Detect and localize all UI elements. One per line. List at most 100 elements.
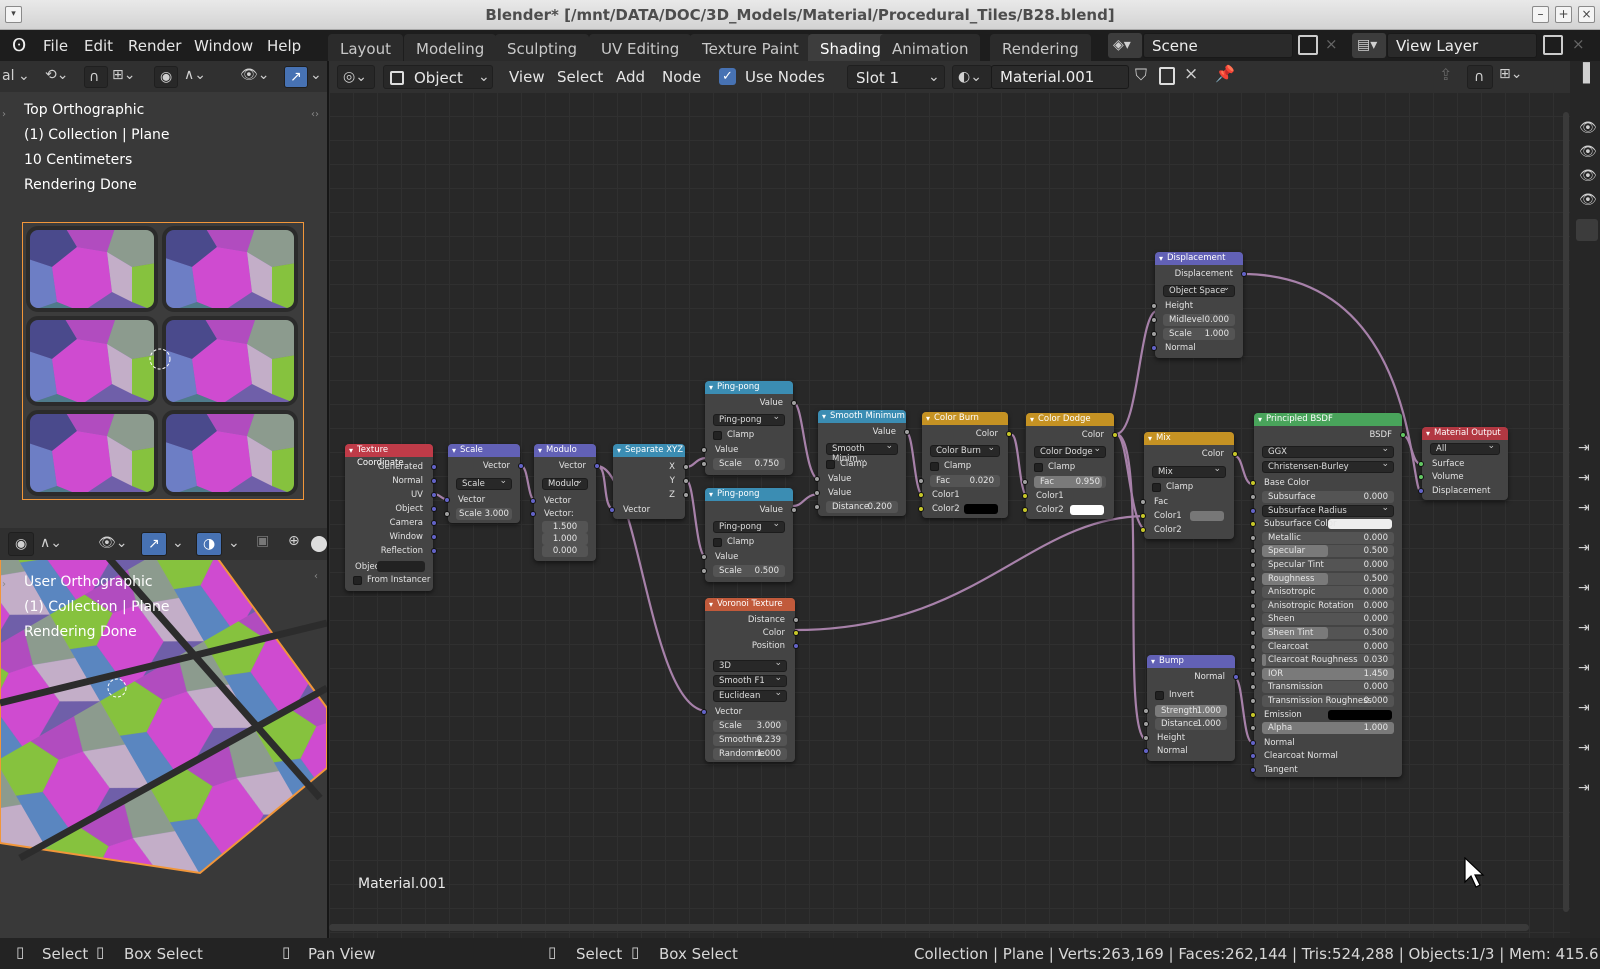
node-header[interactable]: Texture Coordinate [345, 444, 433, 468]
bsdf-color-swatch[interactable] [1328, 519, 1392, 530]
node-principled-bsdf[interactable]: Principled BSDF BSDF GGX Christensen-Bur… [1250, 413, 1406, 777]
proportional-edit-button[interactable]: ◉ [154, 66, 178, 88]
randomness-field[interactable]: Randomne 1.000 [713, 748, 787, 760]
expand-arrow-icon[interactable]: ⇥ [1578, 581, 1590, 595]
vector-x-field[interactable]: 1.500 [542, 521, 588, 533]
close-window-button[interactable]: × [1578, 6, 1595, 23]
chevron-down-icon[interactable]: ⌄ [172, 536, 184, 550]
space-dropdown[interactable]: Object Space [1163, 283, 1235, 297]
clamp-checkbox[interactable] [1152, 483, 1161, 492]
visibility-eye-icon[interactable]: 👁 [1579, 145, 1597, 159]
node-scale[interactable]: Scale Vector Scale Vector Scale 3.000 [444, 444, 524, 523]
menu-help[interactable]: Help [267, 37, 301, 55]
tab-uv-editing[interactable]: UV Editing [589, 34, 692, 61]
chevron-down-icon[interactable]: ⌄ [310, 68, 322, 82]
node-header[interactable]: Scale [448, 444, 520, 457]
node-separate-xyz[interactable]: Separate XYZ X Y Z Vector [609, 444, 689, 519]
expand-arrows-icon[interactable]: ‹› [311, 110, 319, 120]
expand-arrow-icon[interactable]: ⇥ [1578, 741, 1590, 755]
scene-selector-button[interactable]: ◈▾ [1108, 33, 1142, 58]
chevron-down-icon[interactable]: ⌄ [228, 536, 240, 550]
vector-z-field[interactable]: 0.000 [542, 545, 588, 557]
properties-editor-icon[interactable]: ▐ [1576, 65, 1590, 83]
vector-y-field[interactable]: 1.000 [542, 533, 588, 545]
wireframe-shading-icon[interactable]: ⊕ [288, 534, 300, 548]
viewport-top[interactable]: › ‹› Top Orthographic (1) Collection | P… [0, 92, 327, 528]
gizmo-toggle-button[interactable]: ↗ [284, 66, 308, 88]
fac-field[interactable]: Fac 0.020 [930, 475, 1000, 487]
properties-tab-button[interactable] [1576, 219, 1598, 241]
overlays-toggle-button[interactable]: ◑ [196, 532, 222, 556]
bsdf-subsurface-radius[interactable]: Subsurface Radius [1262, 503, 1394, 517]
node-ping-pong-1[interactable]: Ping-pong Value Ping-pong Clamp Value Sc… [701, 381, 797, 475]
dimensions-dropdown[interactable]: 3D [713, 658, 787, 672]
node-header[interactable]: Mix [1144, 432, 1234, 445]
node-header[interactable]: Separate XYZ [613, 444, 685, 457]
bsdf-value-field[interactable]: Alpha 1.000 [1262, 722, 1394, 735]
parent-node-tree-icon[interactable]: ⇪ [1439, 67, 1452, 83]
menu-render[interactable]: Render [128, 37, 181, 55]
vertical-scrollbar[interactable] [1563, 112, 1569, 912]
new-view-layer-icon[interactable] [1543, 35, 1563, 55]
falloff-curve-icon[interactable]: ∧⌄ [40, 536, 62, 550]
node-header[interactable]: Ping-pong [705, 381, 793, 394]
node-header[interactable]: Color Dodge [1026, 413, 1114, 426]
expand-arrow-icon[interactable]: ⇥ [1578, 471, 1590, 485]
node-texture-coordinate[interactable]: Texture Coordinate Generated Normal UV O… [345, 444, 437, 591]
object-field[interactable] [377, 561, 425, 572]
expand-arrow-icon[interactable]: ⇥ [1578, 621, 1590, 635]
chevron-right-icon[interactable]: › [2, 580, 6, 590]
node-smooth-minimum[interactable]: Smooth Minimum Value Smooth Minim... Cla… [814, 410, 910, 516]
xray-icon[interactable]: ▣ [256, 534, 269, 548]
tab-rendering[interactable]: Rendering [990, 34, 1091, 61]
bsdf-value-field[interactable]: Sheen Tint 0.500 [1262, 627, 1394, 639]
node-header[interactable]: Voronoi Texture [705, 598, 795, 611]
fac-field[interactable]: Fac 0.950 [1034, 476, 1106, 488]
menu-window[interactable]: Window [194, 37, 253, 55]
bsdf-value-field[interactable]: Transmission Roughness 0.000 [1262, 695, 1394, 707]
node-bump[interactable]: Bump Normal Invert Strength1.000 Distanc… [1143, 655, 1239, 761]
visibility-eye-icon[interactable]: 👁⌄ [98, 536, 128, 550]
from-instancer-checkbox[interactable] [353, 576, 362, 585]
falloff-curve-icon[interactable]: ∧⌄ [184, 68, 206, 82]
bsdf-value-field[interactable]: IOR 1.450 [1262, 667, 1394, 680]
node-header[interactable]: Material Output [1422, 427, 1508, 440]
shader-type-dropdown[interactable]: Object ⌄ [383, 65, 493, 89]
strength-field[interactable]: Strength 1.000 [1155, 705, 1227, 717]
pin-icon[interactable]: 📌 [1215, 66, 1235, 82]
bsdf-value-field[interactable]: Clearcoat Roughness 0.030 [1262, 654, 1394, 667]
expand-arrow-icon[interactable]: ⇥ [1578, 781, 1590, 795]
target-dropdown[interactable]: All [1430, 441, 1500, 455]
subsurface-method-dropdown[interactable]: Christensen-Burley [1262, 459, 1394, 473]
visibility-eye-icon[interactable]: 👁 [1579, 193, 1597, 207]
bsdf-value-field[interactable]: Metallic 0.000 [1262, 531, 1394, 544]
smoothness-field[interactable]: Smoothne 0.239 [713, 734, 787, 746]
distance-field[interactable]: Distance 1.000 [1155, 718, 1227, 730]
scale-field[interactable]: Scale 1.000 [1163, 328, 1235, 340]
node-displacement[interactable]: Displacement Displacement Object Space H… [1151, 252, 1247, 358]
node-color-dodge[interactable]: Color Dodge Color Color Dodge Clamp Fac0… [1022, 413, 1118, 519]
snap-grid-icon[interactable]: ⊞⌄ [112, 68, 135, 82]
menu-node[interactable]: Node [662, 68, 701, 86]
menu-add[interactable]: Add [616, 68, 645, 86]
node-mix[interactable]: Mix Color Mix Clamp Fac Color1 Color2 [1140, 432, 1238, 539]
expand-arrow-icon[interactable]: ⇥ [1578, 441, 1590, 455]
snap-element-icon[interactable]: ⊞⌄ [1499, 67, 1522, 81]
bsdf-value-field[interactable]: Roughness 0.500 [1262, 572, 1394, 585]
bsdf-value-field[interactable]: Subsurface 0.000 [1262, 491, 1394, 503]
node-material-output[interactable]: Material Output All Surface Volume Displ… [1418, 427, 1508, 500]
bsdf-value-field[interactable]: Transmission 0.000 [1262, 681, 1394, 694]
tab-sculpting[interactable]: Sculpting [495, 34, 590, 61]
bsdf-value-field[interactable]: Specular Tint 0.000 [1262, 559, 1394, 571]
clamp-checkbox[interactable] [826, 460, 835, 469]
maximize-button[interactable]: + [1555, 6, 1572, 23]
clamp-checkbox[interactable] [1034, 463, 1043, 472]
scene-name-field[interactable]: Scene [1143, 33, 1293, 58]
node-voronoi-texture[interactable]: Voronoi Texture Distance Color Position … [701, 598, 799, 762]
unlink-material-icon[interactable]: × [1184, 66, 1198, 83]
expand-arrow-icon[interactable]: ⇥ [1578, 501, 1590, 515]
scale-field[interactable]: Scale 3.000 [456, 508, 512, 520]
material-name-field[interactable]: Material.001 [991, 65, 1129, 89]
transform-pivot-icon[interactable]: ⟲⌄ [45, 68, 68, 82]
chevron-down-icon[interactable]: ⌄ [18, 69, 30, 83]
